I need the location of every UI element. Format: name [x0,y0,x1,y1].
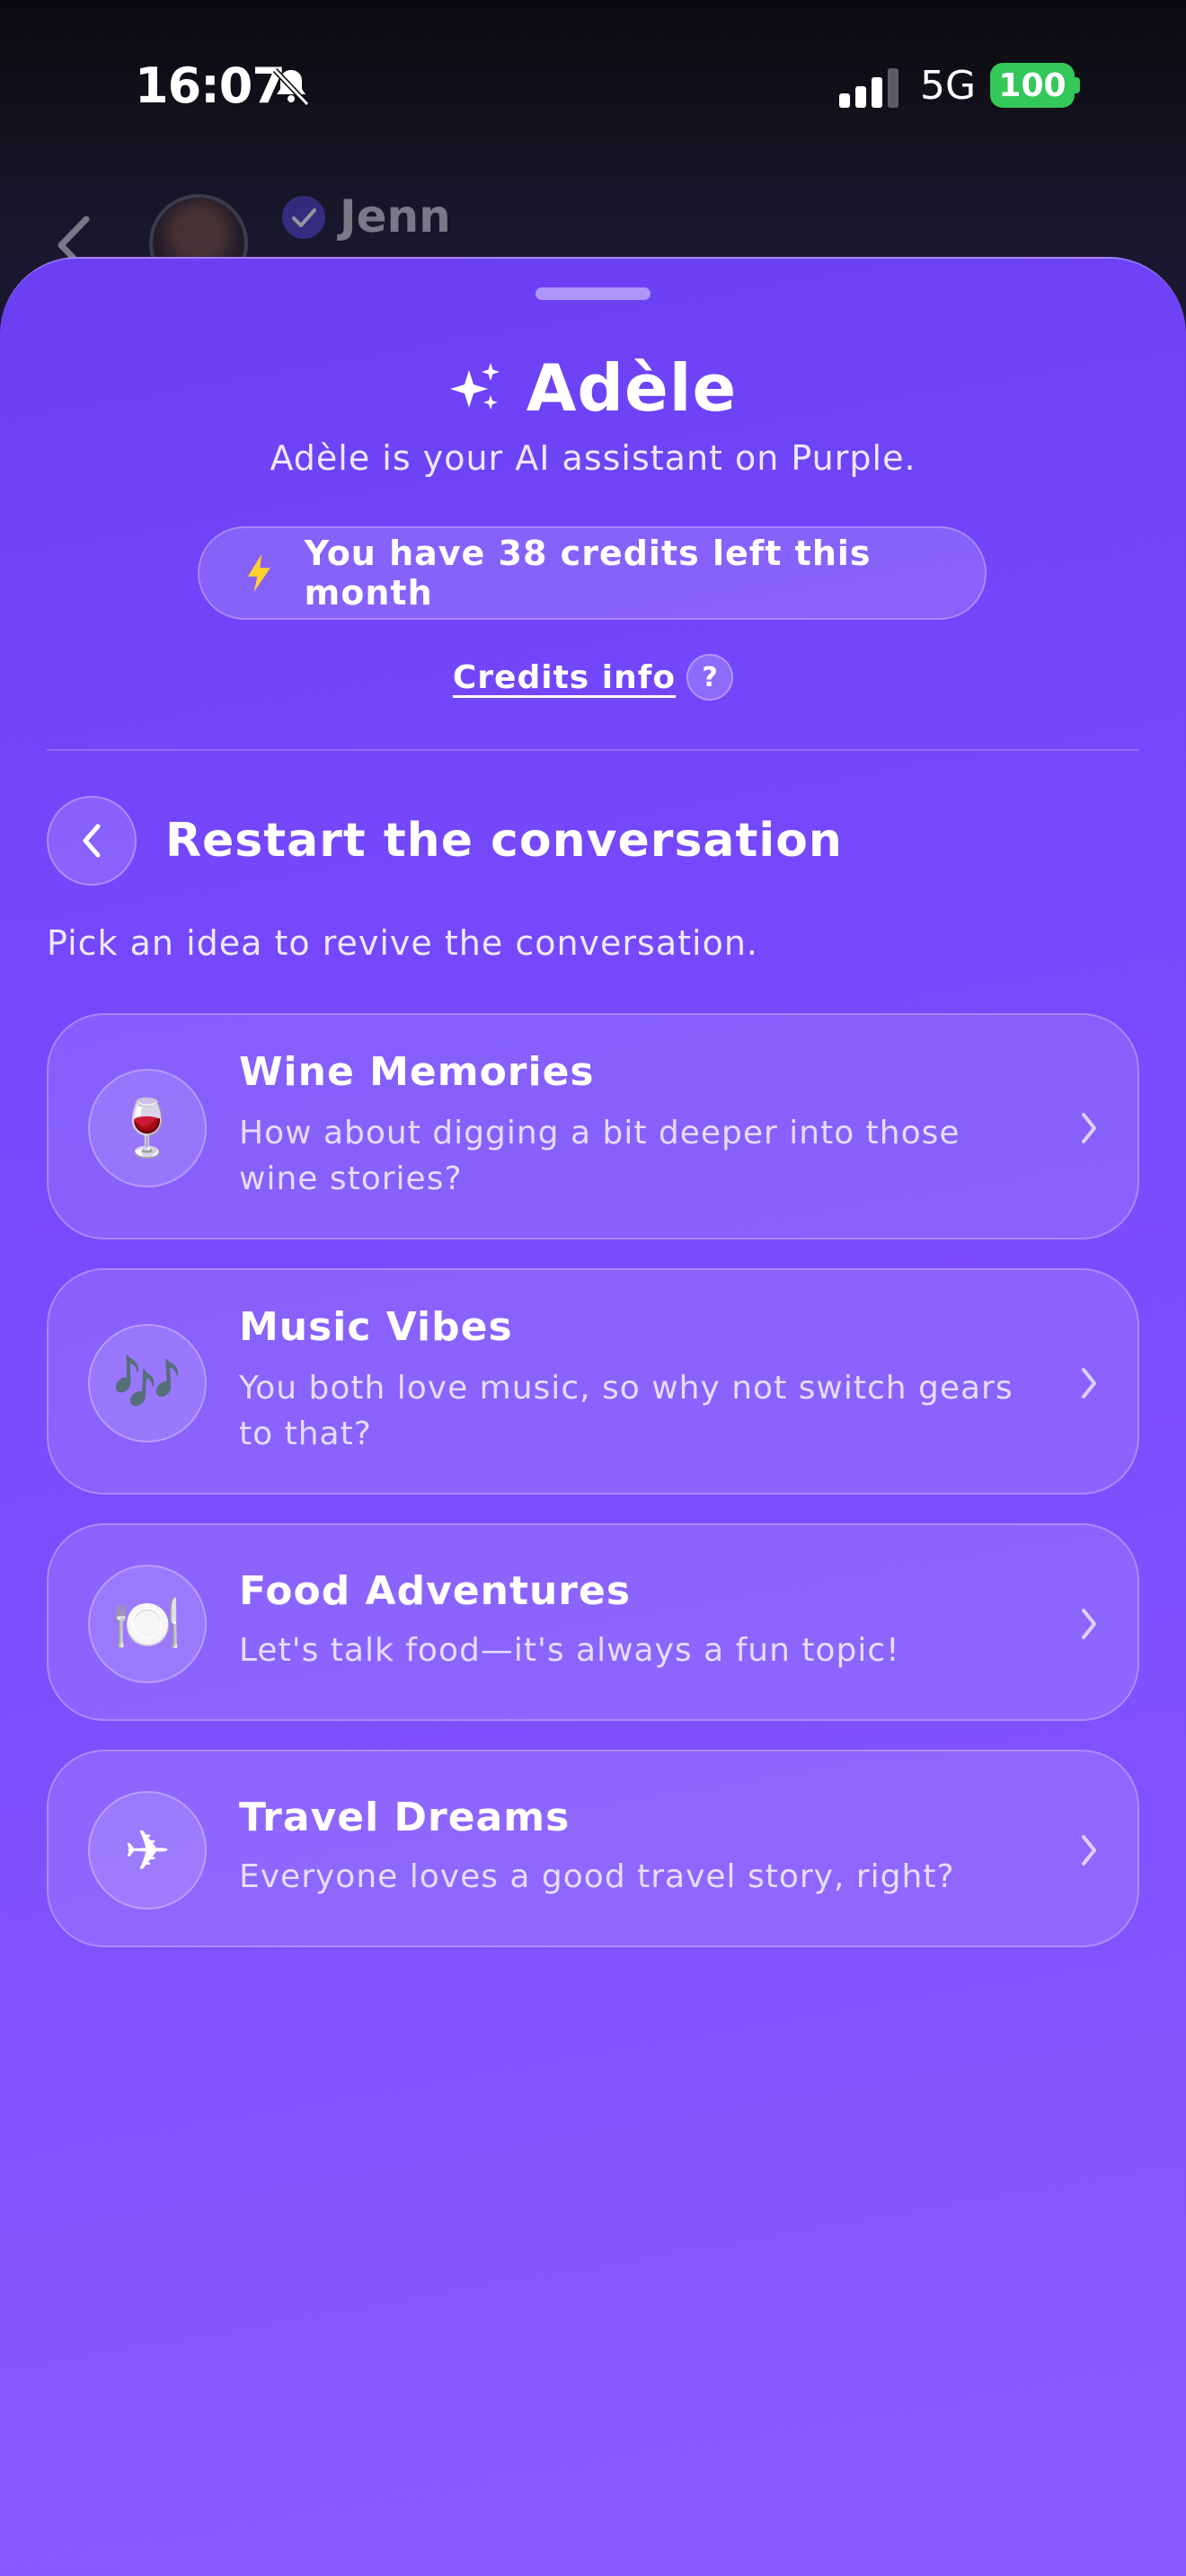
credits-remaining-text: You have 38 credits left this month [304,534,872,613]
chevron-right-icon [1082,1113,1096,1143]
idea-title: Food Adventures [239,1568,632,1614]
section-header: Restart the conversation [47,796,843,886]
help-icon[interactable]: ? [686,654,734,701]
chevron-right-icon [1082,1368,1096,1398]
lightning-bolt-icon [247,553,270,593]
idea-card-travel-dreams[interactable]: ✈ Travel Dreams Everyone loves a good tr… [47,1750,1139,1947]
idea-description: How about digging a bit deeper into thos… [239,1115,960,1197]
music-notes-icon: 🎶 [88,1324,207,1442]
idea-title: Wine Memories [239,1049,595,1095]
sheet-subtitle: Adèle is your AI assistant on Purple. [270,438,916,478]
status-bar: 16:07 5G 100 [0,0,1186,171]
idea-description: You both love music, so why not switch g… [239,1370,1013,1452]
idea-card-food-adventures[interactable]: 🍽️ Food Adventures Let's talk food—it's … [47,1523,1139,1721]
idea-title: Travel Dreams [239,1795,571,1840]
chevron-right-icon [1082,1835,1096,1866]
sheet-grabber[interactable] [535,287,651,300]
idea-title: Music Vibes [239,1304,513,1350]
screen: 16:07 5G 100 Jenn Adèle Adèle is your AI… [0,0,1186,2576]
wine-glass-icon: 🍷 [88,1069,207,1187]
chevron-right-icon [1082,1609,1096,1639]
bell-muted-icon [272,67,310,107]
idea-description: Let's talk food—it's always a fun topic! [239,1632,900,1669]
credits-info-row: Credits info ? [0,654,1186,701]
network-label: 5G [920,63,977,109]
verified-badge-icon [282,196,325,239]
sheet-title: Adèle [526,350,738,426]
status-time: 16:07 [135,57,286,114]
airplane-icon: ✈ [88,1791,207,1910]
chevron-left-icon [83,824,101,858]
idea-description: Everyone loves a good travel story, righ… [239,1858,955,1895]
battery-indicator: 100 [990,63,1075,108]
idea-card-wine-memories[interactable]: 🍷 Wine Memories How about digging a bit … [47,1013,1139,1239]
cellular-signal-icon [839,68,898,108]
divider [47,749,1139,751]
contact-name: Jenn [340,190,451,243]
idea-card-music-vibes[interactable]: 🎶 Music Vibes You both love music, so wh… [47,1268,1139,1495]
sparkle-icon [449,363,500,410]
plate-cutlery-icon: 🍽️ [88,1565,207,1683]
assistant-sheet: Adèle Adèle is your AI assistant on Purp… [0,257,1186,2576]
section-title: Restart the conversation [165,814,843,868]
section-hint: Pick an idea to revive the conversation. [47,923,758,963]
battery-cap [1075,77,1080,93]
sheet-title-row: Adèle [0,343,1186,433]
credits-info-link[interactable]: Credits info [453,659,676,696]
section-back-button[interactable] [47,796,137,886]
credits-badge: You have 38 credits left this month [198,526,987,620]
